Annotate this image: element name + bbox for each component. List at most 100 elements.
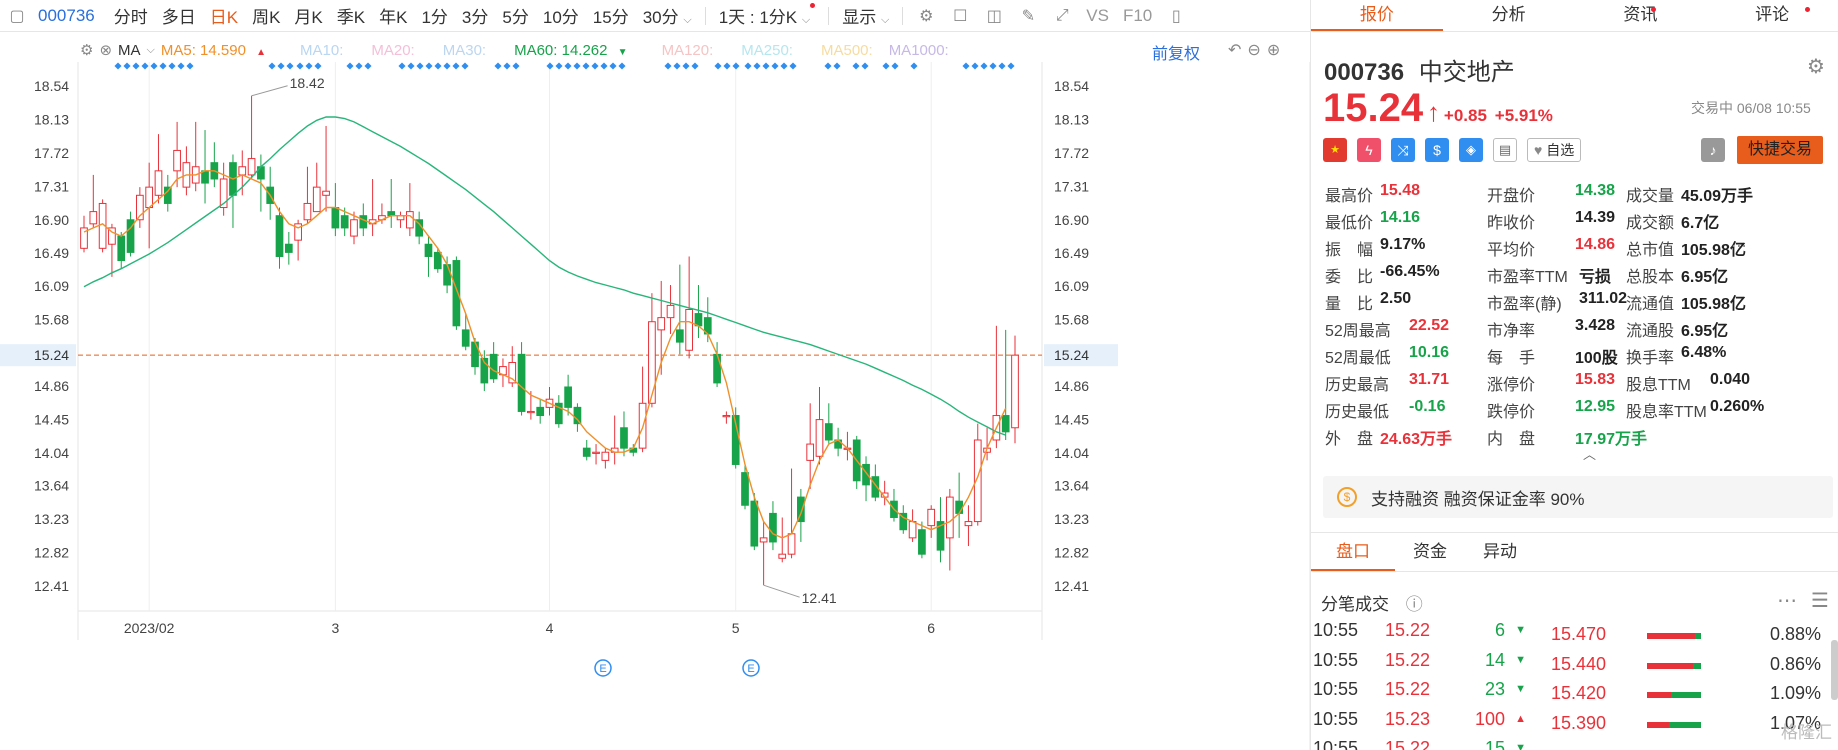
tab-quote[interactable]: 报价: [1311, 0, 1443, 31]
candle-down[interactable]: [564, 386, 572, 408]
event-diamond[interactable]: [591, 62, 599, 70]
candle-down[interactable]: [955, 500, 963, 514]
event-diamond[interactable]: [971, 62, 979, 70]
reset-icon[interactable]: ↶: [1228, 42, 1247, 59]
candle-up[interactable]: [778, 553, 787, 559]
event-diamond[interactable]: [286, 62, 294, 70]
event-diamond[interactable]: [150, 62, 158, 70]
event-diamond[interactable]: [416, 62, 424, 70]
tab-weekly-k[interactable]: 周K: [245, 3, 287, 28]
settings-icon[interactable]: ⚙: [915, 5, 937, 27]
event-diamond[interactable]: [132, 62, 140, 70]
candle-down[interactable]: [461, 329, 470, 347]
event-diamond[interactable]: [364, 62, 372, 70]
candle-up[interactable]: [303, 202, 312, 221]
candle-down[interactable]: [573, 406, 582, 425]
tag-icon[interactable]: ◈: [1459, 138, 1483, 162]
event-diamond[interactable]: [771, 62, 779, 70]
event-diamond[interactable]: [882, 62, 890, 70]
candle-down[interactable]: [536, 406, 545, 417]
event-diamond[interactable]: [123, 62, 131, 70]
shuffle-icon[interactable]: ⤨: [1391, 138, 1415, 162]
close-icon[interactable]: ⊗: [99, 41, 112, 59]
watchlist-button[interactable]: ♥ 自选: [1527, 138, 1582, 162]
event-diamond[interactable]: [305, 62, 313, 70]
candle-down[interactable]: [713, 353, 721, 384]
chevron-down-icon[interactable]: ⌵: [147, 44, 155, 57]
event-diamond[interactable]: [141, 62, 149, 70]
candle-up[interactable]: [964, 521, 973, 527]
chevron-up-icon[interactable]: ︿: [1583, 444, 1596, 463]
color-square-icon[interactable]: ☐: [949, 5, 971, 27]
tab-news[interactable]: 资讯: [1575, 0, 1707, 31]
candle-up[interactable]: [927, 508, 936, 527]
bell-icon[interactable]: ♪: [1701, 138, 1725, 162]
candle-down[interactable]: [517, 353, 526, 412]
event-diamond[interactable]: [434, 62, 442, 70]
quick-trade-button[interactable]: 快捷交易: [1737, 136, 1823, 164]
event-diamond[interactable]: [833, 62, 841, 70]
candle-up[interactable]: [145, 186, 154, 209]
event-diamond[interactable]: [564, 62, 572, 70]
candle-up[interactable]: [405, 211, 414, 229]
gear-icon[interactable]: ⚙: [80, 41, 93, 59]
event-diamond[interactable]: [780, 62, 788, 70]
event-diamond[interactable]: [114, 62, 122, 70]
f10-button[interactable]: F10: [1116, 6, 1159, 26]
scrollbar[interactable]: [1831, 640, 1838, 700]
candle-down[interactable]: [331, 207, 340, 229]
candle-up[interactable]: [759, 537, 768, 543]
stock-code-link[interactable]: 000736: [34, 6, 107, 26]
event-diamond[interactable]: [732, 62, 740, 70]
gear-icon[interactable]: ⚙: [1807, 54, 1825, 79]
candle-down[interactable]: [340, 215, 349, 229]
event-diamond[interactable]: [824, 62, 832, 70]
event-diamond[interactable]: [355, 62, 363, 70]
event-diamond[interactable]: [998, 62, 1006, 70]
tab-yearly-k[interactable]: 年K: [372, 3, 414, 28]
candle-down[interactable]: [918, 529, 926, 555]
display-menu[interactable]: 显示 ⌵: [835, 3, 896, 28]
panel-toggle-icon[interactable]: ▯: [1165, 5, 1187, 27]
event-diamond[interactable]: [503, 62, 511, 70]
event-diamond[interactable]: [296, 62, 304, 70]
kline-chart[interactable]: 2023/02 3 4 5 6 18.54 18.54 18.13 18.13 17.72 17.7…: [0, 62, 1310, 750]
event-diamond[interactable]: [268, 62, 276, 70]
event-diamond[interactable]: [582, 62, 590, 70]
candle-down[interactable]: [741, 472, 749, 506]
candle-down[interactable]: [620, 427, 628, 449]
candle-down[interactable]: [359, 215, 368, 229]
event-diamond[interactable]: [714, 62, 722, 70]
fullscreen-icon[interactable]: ⤢: [1051, 5, 1073, 27]
candle-down[interactable]: [433, 251, 442, 270]
event-diamond[interactable]: [618, 62, 626, 70]
candle-down[interactable]: [824, 423, 833, 441]
tab-funds[interactable]: 资金: [1395, 533, 1465, 571]
list-icon[interactable]: ☰: [1811, 588, 1829, 613]
candle-up[interactable]: [908, 521, 917, 539]
event-diamond[interactable]: [546, 62, 554, 70]
event-diamond[interactable]: [443, 62, 451, 70]
event-diamond[interactable]: [573, 62, 581, 70]
more-icon[interactable]: ⋯: [1731, 236, 1747, 256]
event-diamond[interactable]: [989, 62, 997, 70]
candle-up[interactable]: [89, 211, 98, 225]
zoom-in-icon[interactable]: ⊕: [1267, 42, 1286, 59]
candle-down[interactable]: [769, 512, 777, 543]
candle-down[interactable]: [694, 313, 703, 327]
candle-up[interactable]: [722, 415, 731, 418]
candle-up[interactable]: [154, 170, 163, 196]
candle-down[interactable]: [750, 500, 759, 547]
adjust-select[interactable]: 前复权: [1152, 40, 1200, 64]
event-diamond[interactable]: [314, 62, 322, 70]
candle-up[interactable]: [508, 362, 517, 384]
candle-up[interactable]: [312, 186, 321, 213]
candle-up[interactable]: [592, 451, 600, 454]
camera-icon[interactable]: ◫: [983, 5, 1005, 27]
event-diamond[interactable]: [682, 62, 690, 70]
candle-down[interactable]: [452, 260, 461, 327]
event-diamond[interactable]: [753, 62, 761, 70]
event-diamond[interactable]: [673, 62, 681, 70]
event-diamond[interactable]: [962, 62, 970, 70]
event-diamond[interactable]: [600, 62, 608, 70]
